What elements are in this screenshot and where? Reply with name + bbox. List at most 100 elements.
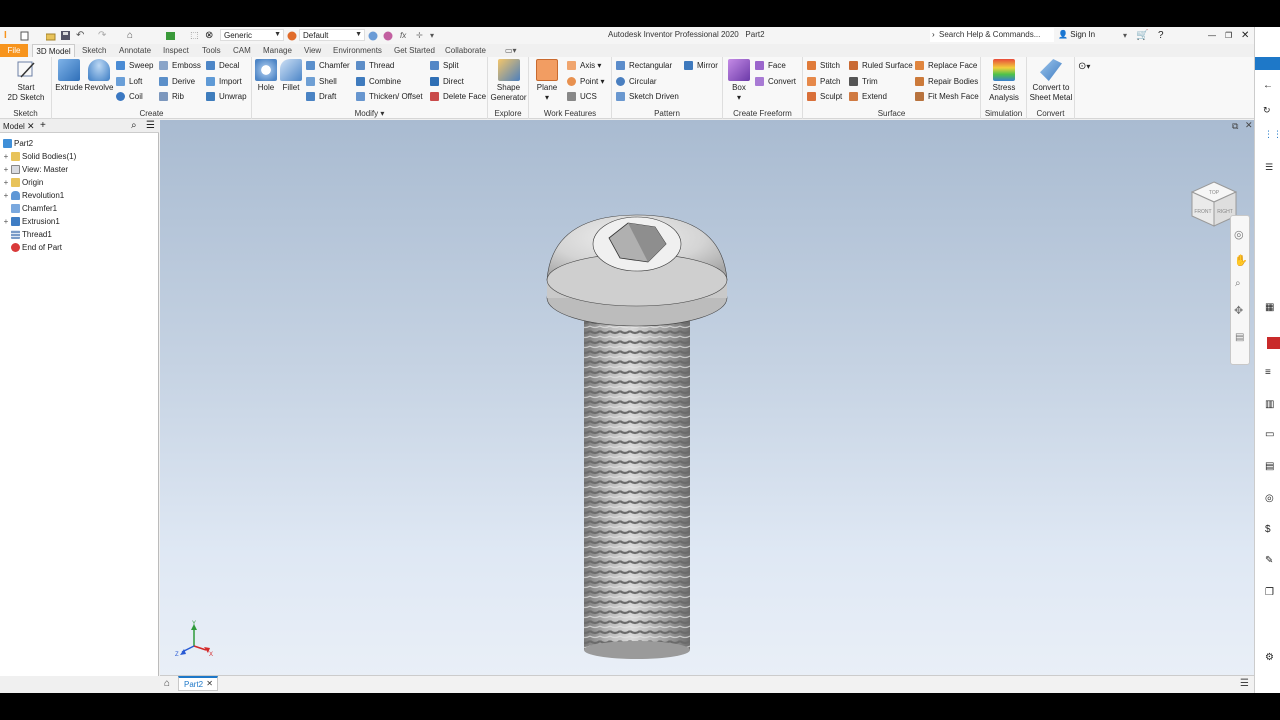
card-icon[interactable]: ▤: [1265, 461, 1274, 472]
tab-file[interactable]: File: [0, 44, 28, 57]
material-button[interactable]: [287, 29, 297, 42]
list-icon[interactable]: ≡: [1265, 367, 1271, 378]
stitch-button[interactable]: Stitch: [807, 59, 840, 72]
clear-button[interactable]: [383, 29, 393, 42]
point-button[interactable]: Point ▾: [567, 75, 604, 88]
tab-get-started[interactable]: Get Started: [394, 44, 435, 57]
window-icon[interactable]: ▭: [1265, 429, 1274, 440]
sketch-driven-pattern-button[interactable]: Sketch Driven: [616, 90, 679, 103]
tree-node-part[interactable]: Part2: [2, 137, 33, 149]
refresh-icon[interactable]: ↻: [1263, 105, 1271, 116]
draft-button[interactable]: Draft: [306, 90, 336, 103]
wrench-icon[interactable]: ✎: [1265, 555, 1273, 566]
dollar-icon[interactable]: $: [1265, 524, 1271, 535]
sweep-button[interactable]: Sweep: [116, 59, 153, 72]
material-combo[interactable]: Default ▼: [299, 29, 365, 41]
close-icon[interactable]: ✕: [206, 679, 213, 688]
shape-generator-button[interactable]: Shape Generator: [490, 59, 527, 103]
replace-face-button[interactable]: Replace Face: [915, 59, 977, 72]
tree-node-chamfer1[interactable]: Chamfer1: [2, 202, 57, 214]
account-dropdown[interactable]: ▾: [1123, 29, 1127, 42]
tree-node-end-of-part[interactable]: End of Part: [2, 241, 62, 253]
tree-node-view-master[interactable]: + View: Master: [2, 163, 68, 175]
panel-label-modify[interactable]: Modify ▾: [252, 109, 487, 118]
minimize-button[interactable]: —: [1208, 29, 1216, 42]
tab-inspect[interactable]: Inspect: [163, 44, 189, 57]
unwrap-button[interactable]: Unwrap: [206, 90, 247, 103]
record-icon[interactable]: [1267, 337, 1280, 349]
tree-node-solid-bodies[interactable]: + Solid Bodies(1): [2, 150, 76, 162]
coil-button[interactable]: Coil: [116, 90, 143, 103]
tab-environments[interactable]: Environments: [333, 44, 382, 57]
sculpt-button[interactable]: Sculpt: [807, 90, 842, 103]
save-button[interactable]: [61, 29, 71, 42]
expand-icon[interactable]: +: [2, 152, 10, 161]
mirror-button[interactable]: Mirror: [684, 59, 718, 72]
ribbon-options-button[interactable]: ⊙ ▾: [1078, 60, 1090, 73]
steering-wheel-icon[interactable]: ◎: [1234, 228, 1244, 241]
extend-button[interactable]: Extend: [849, 90, 887, 103]
pan-icon[interactable]: ✋: [1234, 254, 1248, 267]
repair-bodies-button[interactable]: Repair Bodies: [915, 75, 978, 88]
copy-icon[interactable]: ❐: [1265, 587, 1274, 598]
update-button[interactable]: [166, 29, 176, 42]
ruled-surface-button[interactable]: Ruled Surface: [849, 59, 913, 72]
menu-icon[interactable]: ☰: [146, 120, 155, 131]
open-file-button[interactable]: [46, 29, 56, 42]
doc-tab-part2[interactable]: Part2 ✕: [178, 676, 218, 691]
circular-pattern-button[interactable]: Circular: [616, 75, 657, 88]
expand-icon[interactable]: +: [2, 191, 10, 200]
convert-to-sheet-metal-button[interactable]: Convert to Sheet Metal: [1029, 59, 1073, 103]
expand-icon[interactable]: +: [2, 178, 10, 187]
emboss-button[interactable]: Emboss: [159, 59, 201, 72]
adjust-button[interactable]: [368, 29, 378, 42]
tab-view[interactable]: View: [304, 44, 321, 57]
split-button[interactable]: Split: [430, 59, 459, 72]
expand-icon[interactable]: +: [2, 217, 10, 226]
viewport-restore-button[interactable]: ⧉: [1232, 121, 1238, 132]
search-icon[interactable]: ⌕: [131, 120, 137, 131]
loft-button[interactable]: Loft: [116, 75, 142, 88]
redo-button[interactable]: ↷: [98, 29, 106, 42]
menu-icon[interactable]: ☰: [1240, 678, 1249, 689]
tree-node-extrusion1[interactable]: + Extrusion1: [2, 215, 60, 227]
decal-button[interactable]: Decal: [206, 59, 239, 72]
direct-button[interactable]: Direct: [430, 75, 464, 88]
tab-cam[interactable]: CAM: [233, 44, 251, 57]
derive-button[interactable]: Derive: [159, 75, 195, 88]
back-arrow-icon[interactable]: ←: [1263, 80, 1273, 91]
target-icon[interactable]: ◎: [1265, 493, 1274, 504]
restore-button[interactable]: ❐: [1225, 29, 1232, 42]
home-icon[interactable]: ⌂: [164, 678, 170, 689]
tab-sketch[interactable]: Sketch: [82, 44, 106, 57]
tab-collaborate[interactable]: Collaborate: [445, 44, 486, 57]
face-button[interactable]: Face: [755, 59, 786, 72]
shell-button[interactable]: Shell: [306, 75, 337, 88]
extrude-button[interactable]: Extrude: [54, 59, 84, 93]
rectangular-pattern-button[interactable]: Rectangular: [616, 59, 672, 72]
hole-button[interactable]: Hole: [254, 59, 278, 93]
rib-button[interactable]: Rib: [159, 90, 184, 103]
tab-3d-model[interactable]: 3D Model: [32, 44, 75, 57]
import-button[interactable]: Import: [206, 75, 242, 88]
ribbon-display-button[interactable]: ▭▾: [505, 44, 517, 57]
gear-icon[interactable]: ⚙: [1265, 652, 1274, 663]
close-icon[interactable]: ✕: [27, 121, 35, 132]
viewport-close-button[interactable]: ✕: [1245, 120, 1253, 131]
close-button[interactable]: ✕: [1241, 29, 1249, 42]
convert-freeform-button[interactable]: Convert: [755, 75, 796, 88]
box-button[interactable]: Box ▾: [727, 59, 751, 103]
tab-manage[interactable]: Manage: [263, 44, 292, 57]
home-button[interactable]: ⌂: [127, 29, 133, 42]
thicken-offset-button[interactable]: Thicken/ Offset: [356, 90, 423, 103]
fit-mesh-face-button[interactable]: Fit Mesh Face: [915, 90, 979, 103]
zoom-icon[interactable]: ⌕: [1235, 278, 1241, 289]
ucs-button[interactable]: UCS: [567, 90, 597, 103]
tab-annotate[interactable]: Annotate: [119, 44, 151, 57]
start-2d-sketch-button[interactable]: Start 2D Sketch: [6, 59, 46, 103]
expand-icon[interactable]: +: [2, 165, 10, 174]
customize-button[interactable]: ✛: [416, 29, 423, 42]
trim-button[interactable]: Trim: [849, 75, 878, 88]
chart-icon[interactable]: ▥: [1265, 399, 1274, 410]
help-button[interactable]: ?: [1158, 29, 1164, 42]
